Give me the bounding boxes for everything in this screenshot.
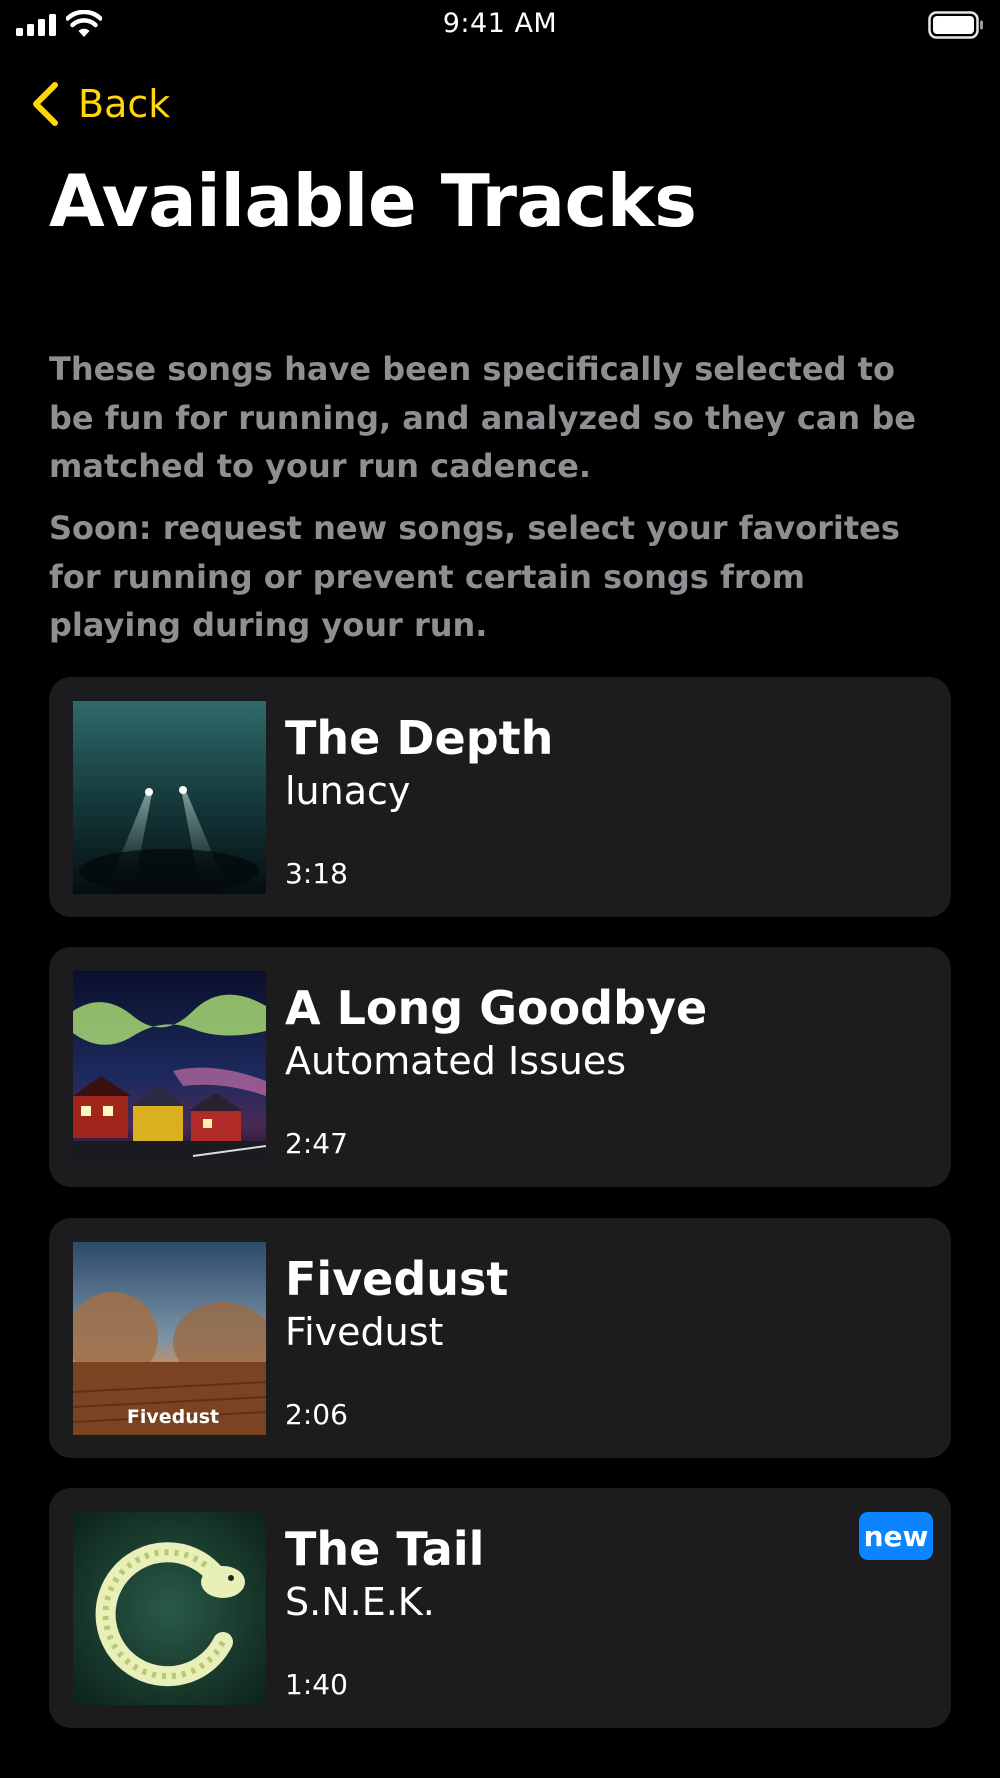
track-artist: Fivedust (285, 1310, 444, 1354)
track-title: A Long Goodbye (285, 981, 708, 1035)
back-label: Back (78, 82, 171, 126)
coming-soon-paragraph: Soon: request new songs, select your fav… (49, 509, 900, 644)
snake-circle-artwork-icon (73, 1512, 266, 1705)
back-button[interactable]: Back (30, 76, 170, 132)
status-time: 9:41 AM (442, 8, 558, 39)
dust-storm-artwork-icon: Fivedust (73, 1242, 266, 1435)
track-duration: 2:47 (285, 1127, 348, 1160)
track-duration: 2:06 (285, 1398, 348, 1431)
track-artist: lunacy (285, 769, 411, 813)
description-paragraph: These songs have been specifically selec… (49, 350, 916, 485)
track-artist: Automated Issues (285, 1039, 627, 1083)
new-badge: new (859, 1512, 933, 1560)
track-card-the-depth[interactable]: The Depth lunacy 3:18 (49, 677, 951, 917)
track-title: Fivedust (285, 1252, 509, 1306)
chevron-left-icon (33, 82, 58, 126)
track-card-the-tail[interactable]: The Tail S.N.E.K. 1:40 new (49, 1488, 951, 1728)
track-card-a-long-goodbye[interactable]: A Long Goodbye Automated Issues 2:47 (49, 947, 951, 1187)
art-caption: Fivedust (127, 1406, 219, 1428)
page-title: Available Tracks (49, 159, 697, 243)
track-artist: S.N.E.K. (285, 1580, 435, 1624)
aurora-houses-artwork-icon (73, 971, 266, 1164)
track-duration: 3:18 (285, 857, 348, 890)
track-title: The Depth (285, 711, 554, 765)
status-bar: 9:41 AM (0, 0, 1000, 50)
track-duration: 1:40 (285, 1668, 348, 1701)
battery-icon (928, 11, 983, 39)
track-title: The Tail (285, 1522, 485, 1576)
track-card-fivedust[interactable]: Fivedust Fivedust Fivedust 2:06 (49, 1218, 951, 1458)
underwater-divers-artwork-icon (73, 701, 266, 894)
